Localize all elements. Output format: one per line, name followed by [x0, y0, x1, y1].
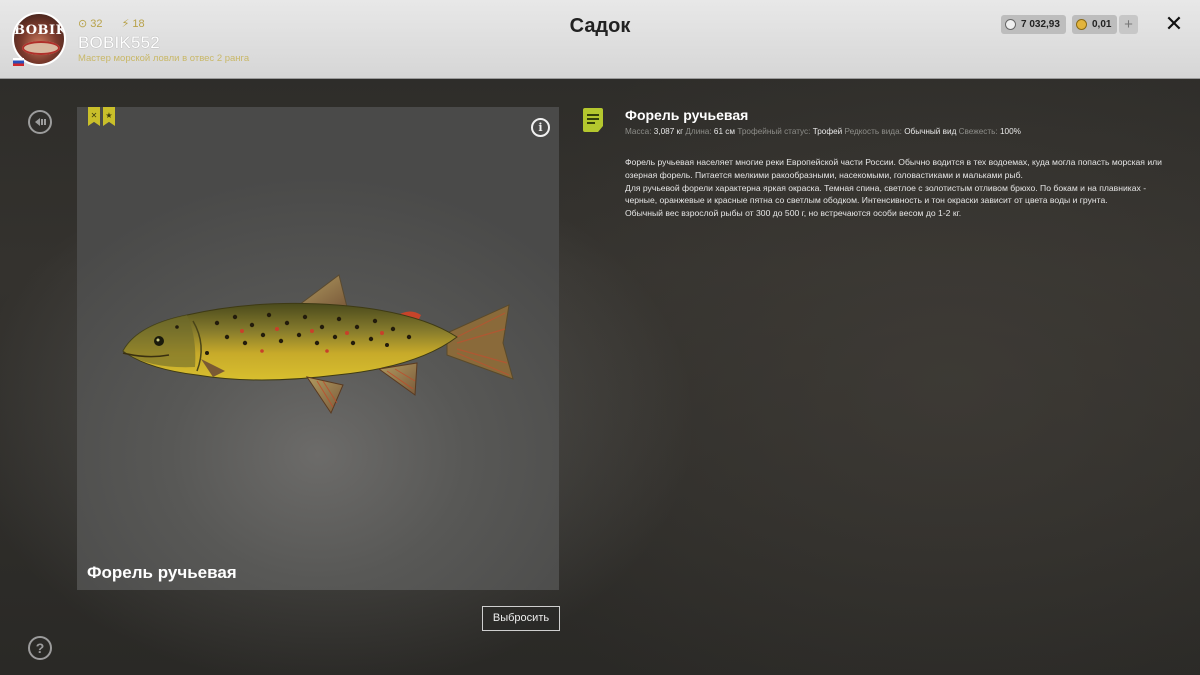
discard-button[interactable]: Выбросить [482, 606, 560, 631]
freshness-value: 100% [999, 127, 1021, 136]
fish-description: Форель ручьевая населяет многие реки Евр… [625, 156, 1170, 220]
user-rank: Мастер морской ловли в отвес 2 ранга [78, 53, 250, 64]
top-bar: BOBIK ⊙ 32 ⚡ 18 BOBIK552 Мастер морской … [0, 0, 1200, 79]
length-label: Длина: [685, 127, 712, 136]
trophy-value: Трофей [812, 127, 843, 136]
fish-stats: Масса: 3,087 кг Длина: 61 см Трофейный с… [625, 127, 1021, 136]
fish-preview-panel: ✕ ★ i Форель ручьевая [77, 107, 559, 590]
help-button[interactable]: ? [28, 636, 52, 660]
trophy-badge-icon: ✕ [88, 107, 100, 126]
mass-value: 3,087 кг [653, 127, 684, 136]
star-badge-icon: ★ [103, 107, 115, 126]
fish-name: Форель ручьевая [625, 107, 749, 123]
mass-label: Масса: [625, 127, 652, 136]
fish-image [122, 274, 514, 415]
description-paragraph: Форель ручьевая населяет многие реки Евр… [625, 157, 1162, 180]
fish-caption: Форель ручьевая [87, 563, 237, 582]
silver-coin-icon [1005, 19, 1016, 30]
note-icon [583, 108, 603, 132]
silver-amount: 7 032,93 [1021, 19, 1060, 30]
gold-amount: 0,01 [1092, 19, 1112, 30]
back-button[interactable] [28, 110, 52, 134]
avatar-fish-image [22, 41, 60, 55]
trophy-label: Трофейный статус: [737, 127, 811, 136]
description-paragraph: Обычный вес взрослой рыбы от 300 до 500 … [625, 208, 962, 219]
rarity-label: Редкость вида: [844, 127, 902, 136]
length-value: 61 см [713, 127, 736, 136]
close-button[interactable]: ✕ [1162, 12, 1186, 36]
gold-balance: 0,01 [1072, 15, 1118, 34]
russia-flag-icon [13, 58, 24, 66]
gold-coin-icon [1076, 19, 1087, 30]
back-icon [35, 118, 46, 126]
silver-balance: 7 032,93 [1001, 15, 1066, 34]
add-currency-button[interactable]: + [1119, 15, 1138, 34]
freshness-label: Свежесть: [958, 127, 998, 136]
rarity-value: Обычный вид [904, 127, 957, 136]
info-button[interactable]: i [531, 118, 550, 137]
description-paragraph: Для ручьевой форели характерна яркая окр… [625, 182, 1147, 206]
